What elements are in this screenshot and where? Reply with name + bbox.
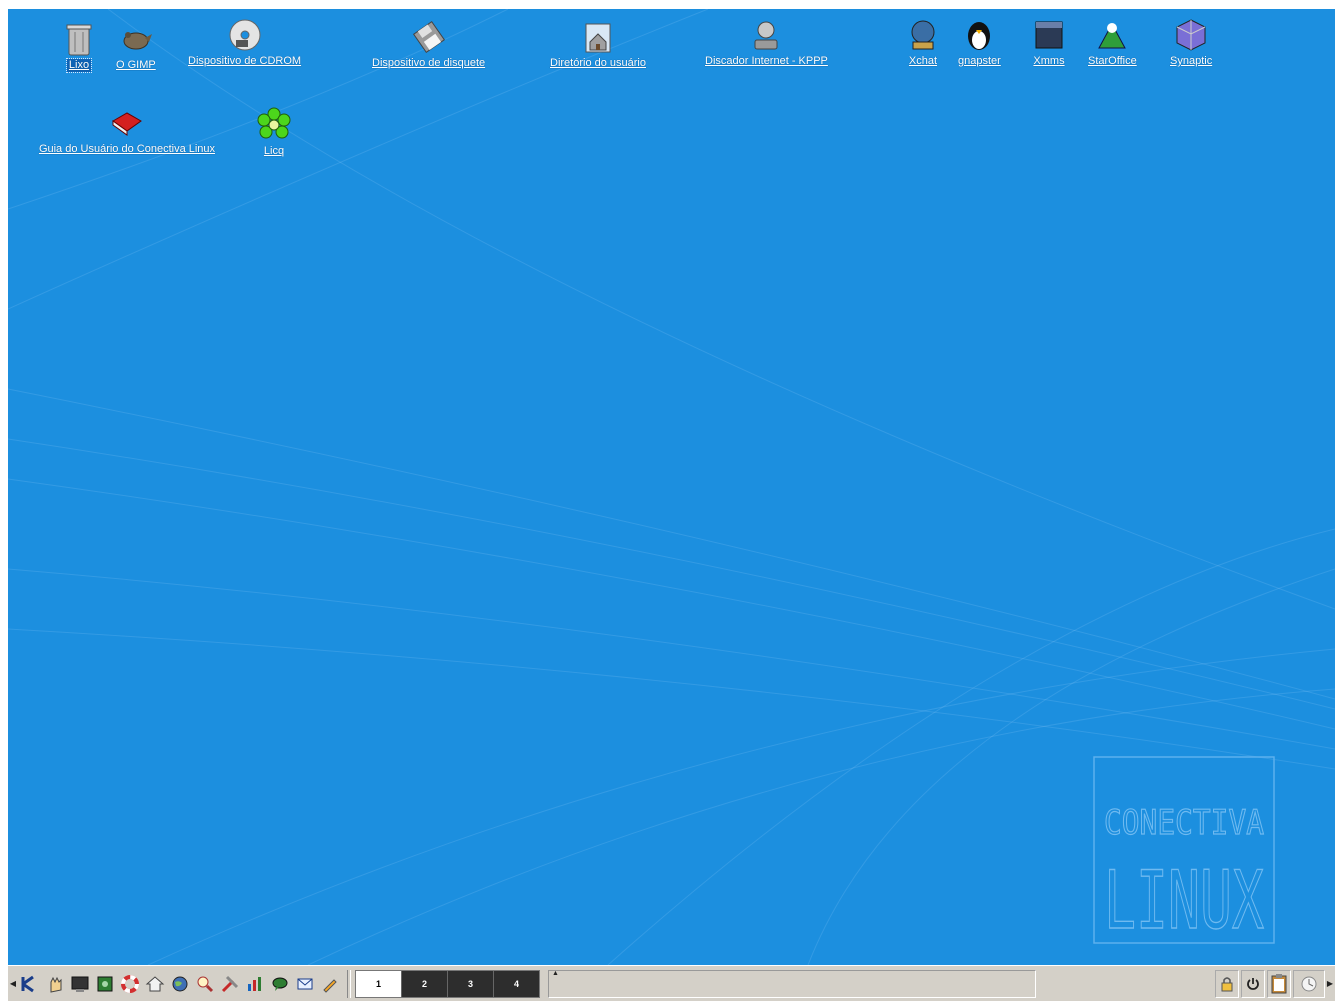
conectiva-linux-watermark: CONECTIVA LINUX bbox=[1093, 756, 1275, 949]
taskbar-window-list[interactable]: ▲ bbox=[548, 969, 1036, 998]
trash-icon bbox=[61, 21, 97, 57]
cdrom-icon bbox=[227, 17, 263, 53]
desktop-icon-label: Xchat bbox=[908, 55, 938, 67]
desktop-icon-label: Xmms bbox=[1033, 55, 1065, 67]
pager-desktop-3[interactable]: 3 bbox=[447, 970, 493, 997]
desktop-icon-xmms[interactable]: Xmms bbox=[1031, 17, 1067, 68]
desktop-icon-label: Discador Internet - KPPP bbox=[705, 55, 828, 67]
staroffice-icon bbox=[1094, 17, 1130, 53]
panel-hide-right-button[interactable]: ▶ bbox=[1325, 969, 1335, 999]
desktop-icon-label: StarOffice bbox=[1088, 55, 1137, 67]
xchat-icon bbox=[905, 17, 941, 53]
home-folder-icon bbox=[580, 19, 616, 55]
globe-icon[interactable] bbox=[168, 970, 192, 998]
conectiva-logo: CONECTIVA LINUX bbox=[1093, 756, 1275, 948]
mail-icon[interactable] bbox=[293, 970, 317, 998]
desktop-icon-label: gnapster bbox=[958, 55, 1001, 67]
search-icon[interactable] bbox=[193, 970, 217, 998]
clipboard-icon[interactable] bbox=[1267, 969, 1291, 998]
desktop-icon-dialer[interactable]: Discador Internet - KPPP bbox=[705, 17, 828, 68]
dialer-icon bbox=[748, 17, 784, 53]
chart-icon[interactable] bbox=[243, 970, 267, 998]
pen-icon[interactable] bbox=[318, 970, 342, 998]
desktop-icon-label: Synaptic bbox=[1170, 55, 1213, 67]
watermark-line1: CONECTIVA bbox=[1104, 803, 1264, 843]
licq-flower-icon bbox=[256, 107, 292, 143]
tools-icon[interactable] bbox=[218, 970, 242, 998]
home-icon[interactable] bbox=[143, 970, 167, 998]
floppy-icon bbox=[411, 19, 447, 55]
clock-icon[interactable] bbox=[1293, 969, 1325, 998]
desktop-icon-label: O GIMP bbox=[116, 59, 156, 71]
k-menu-icon[interactable] bbox=[18, 970, 42, 998]
terminal-icon[interactable] bbox=[68, 970, 92, 998]
kde-panel: ◀ 1 2 3 4 ▲ ▶ bbox=[8, 965, 1335, 1001]
power-icon[interactable] bbox=[1241, 969, 1265, 998]
chat-icon[interactable] bbox=[268, 970, 292, 998]
desktop-icon-floppy[interactable]: Dispositivo de disquete bbox=[372, 19, 485, 70]
synaptic-icon bbox=[1173, 17, 1209, 53]
desktop-icon-licq[interactable]: Licq bbox=[256, 107, 292, 158]
lifebuoy-icon[interactable] bbox=[118, 970, 142, 998]
desktop-icon-label: Licq bbox=[263, 145, 285, 157]
desktop-icon-synaptic[interactable]: Synaptic bbox=[1170, 17, 1212, 68]
penguin-icon bbox=[961, 17, 997, 53]
desktop-icon-label: Diretório do usuário bbox=[550, 57, 646, 69]
desktop-icon-label: Dispositivo de CDROM bbox=[188, 55, 302, 67]
system-tray: ▶ bbox=[1213, 969, 1335, 999]
desktop-icon-gimp[interactable]: O GIMP bbox=[116, 21, 156, 72]
book-icon bbox=[109, 105, 145, 141]
pager-desktop-2[interactable]: 2 bbox=[401, 970, 447, 997]
panel-separator bbox=[347, 969, 351, 998]
desktop-icon-user-guide[interactable]: Guia do Usuário do Conectiva Linux bbox=[12, 105, 242, 156]
desktop-icon-label: Guia do Usuário do Conectiva Linux bbox=[38, 143, 216, 155]
lock-icon[interactable] bbox=[1215, 969, 1239, 998]
desktop-pager: 1 2 3 4 bbox=[355, 969, 540, 998]
watermark-line2: LINUX bbox=[1104, 854, 1264, 944]
desktop-icon-trash[interactable]: Lixo bbox=[61, 21, 97, 73]
panel-hide-left-button[interactable]: ◀ bbox=[8, 969, 18, 999]
pager-desktop-4[interactable]: 4 bbox=[493, 970, 539, 997]
pager-desktop-1[interactable]: 1 bbox=[356, 970, 401, 997]
desktop-icon-home[interactable]: Diretório do usuário bbox=[550, 19, 646, 70]
hand-icon[interactable] bbox=[43, 970, 67, 998]
gimp-icon bbox=[118, 21, 154, 57]
xmms-icon bbox=[1031, 17, 1067, 53]
desktop-icon-label: Lixo bbox=[65, 58, 93, 73]
desktop-icon-label: Dispositivo de disquete bbox=[372, 57, 486, 69]
taskbar-scroll-up-icon[interactable]: ▲ bbox=[552, 970, 559, 977]
gear-box-icon[interactable] bbox=[93, 970, 117, 998]
desktop-background: Lixo O GIMP Dispositivo de CDROM Disposi… bbox=[8, 9, 1335, 965]
desktop-icon-xchat[interactable]: Xchat bbox=[905, 17, 941, 68]
desktop-icon-staroffice[interactable]: StarOffice bbox=[1088, 17, 1137, 68]
desktop-icon-gnapster[interactable]: gnapster bbox=[958, 17, 1001, 68]
desktop-icon-cdrom[interactable]: Dispositivo de CDROM bbox=[188, 17, 301, 68]
